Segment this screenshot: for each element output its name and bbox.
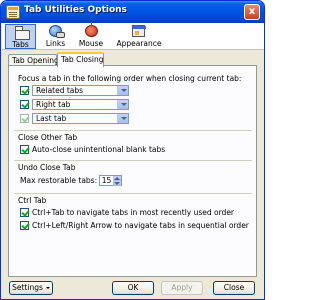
toolbar-links-button[interactable]: Links	[40, 24, 71, 49]
toolbar-tabs-button[interactable]: Tabs	[5, 24, 36, 49]
category-toolbar: Tabs Links Mouse Appearance	[2, 22, 264, 50]
window-close-button[interactable]: x	[244, 4, 260, 20]
toolbar-appearance-button[interactable]: Appearance	[111, 24, 167, 49]
chevron-down-icon	[117, 114, 128, 123]
focus-order-select-3[interactable]: Last tab	[32, 113, 129, 124]
tab-closing-panel: Focus a tab in the following order when …	[8, 65, 257, 277]
close-icon: x	[248, 6, 256, 17]
spin-down-icon[interactable]	[113, 181, 121, 186]
auto-close-checkbox[interactable]	[20, 145, 29, 154]
tab-closing-label: Tab Closing	[61, 55, 104, 64]
focus-order-group: Focus a tab in the following order when …	[14, 69, 252, 124]
right-tab-checkbox[interactable]	[20, 100, 29, 109]
last-tab-checkbox[interactable]	[20, 114, 29, 123]
options-dialog: Tab Utilities Options x Tabs Links Mouse…	[0, 0, 265, 300]
max-restorable-stepper[interactable]: 15	[99, 175, 122, 186]
appearance-icon	[132, 25, 146, 37]
settings-menu-button[interactable]: Settings	[9, 281, 53, 295]
undo-close-tab-group: Undo Close Tab Max restorable tabs: 15	[14, 160, 252, 186]
focus-order-select-1[interactable]: Related tabs	[32, 85, 129, 96]
close-button[interactable]: Close	[213, 281, 255, 295]
apply-button[interactable]: Apply	[161, 281, 203, 295]
caret-down-icon	[45, 287, 50, 289]
toolbar-mouse-label: Mouse	[78, 39, 104, 48]
ok-button-label: OK	[127, 283, 139, 292]
app-icon	[6, 5, 20, 19]
tab-opening-label: Tab Opening	[12, 56, 59, 65]
focus-order-value-2: Right tab	[36, 100, 71, 109]
chevron-down-icon	[117, 86, 128, 95]
close-button-label: Close	[223, 283, 245, 292]
ctrl-arrow-sequential-checkbox[interactable]	[20, 221, 29, 230]
tab-tab-closing[interactable]: Tab Closing	[57, 52, 104, 67]
window-title: Tab Utilities Options	[24, 5, 127, 15]
ctrl-arrow-sequential-label: Ctrl+Left/Right Arrow to navigate tabs i…	[32, 221, 249, 230]
related-tabs-checkbox[interactable]	[20, 86, 29, 95]
ctrl-tab-group: Ctrl Tab Ctrl+Tab to navigate tabs in mo…	[14, 193, 252, 233]
focus-order-title: Focus a tab in the following order when …	[18, 74, 242, 83]
focus-order-select-2[interactable]: Right tab	[32, 99, 129, 110]
links-icon	[49, 25, 65, 38]
focus-order-value-1: Related tabs	[36, 86, 84, 95]
max-restorable-value: 15	[101, 176, 112, 185]
settings-button-label: Settings	[12, 283, 43, 292]
ctrl-tab-mru-checkbox[interactable]	[20, 208, 29, 217]
close-other-tab-group: Close Other Tab Auto-close unintentional…	[14, 130, 252, 156]
auto-close-label: Auto-close unintentional blank tabs	[32, 145, 166, 154]
chevron-down-icon	[117, 100, 128, 109]
toolbar-mouse-button[interactable]: Mouse	[75, 22, 107, 49]
ctrl-tab-mru-label: Ctrl+Tab to navigate tabs in most recent…	[32, 208, 235, 217]
undo-close-tab-title: Undo Close Tab	[18, 163, 76, 172]
toolbar-tabs-label: Tabs	[12, 40, 29, 49]
ctrl-tab-title: Ctrl Tab	[18, 196, 47, 205]
focus-order-value-3: Last tab	[36, 114, 67, 123]
apply-button-label: Apply	[171, 283, 193, 292]
max-restorable-label: Max restorable tabs:	[20, 176, 98, 185]
tabs-icon	[15, 26, 30, 40]
title-bar[interactable]: Tab Utilities Options x	[1, 1, 264, 23]
toolbar-links-label: Links	[45, 39, 66, 48]
ok-button[interactable]: OK	[112, 281, 154, 295]
close-other-tab-title: Close Other Tab	[18, 133, 78, 142]
toolbar-appearance-label: Appearance	[116, 39, 162, 48]
mouse-icon	[85, 22, 98, 37]
